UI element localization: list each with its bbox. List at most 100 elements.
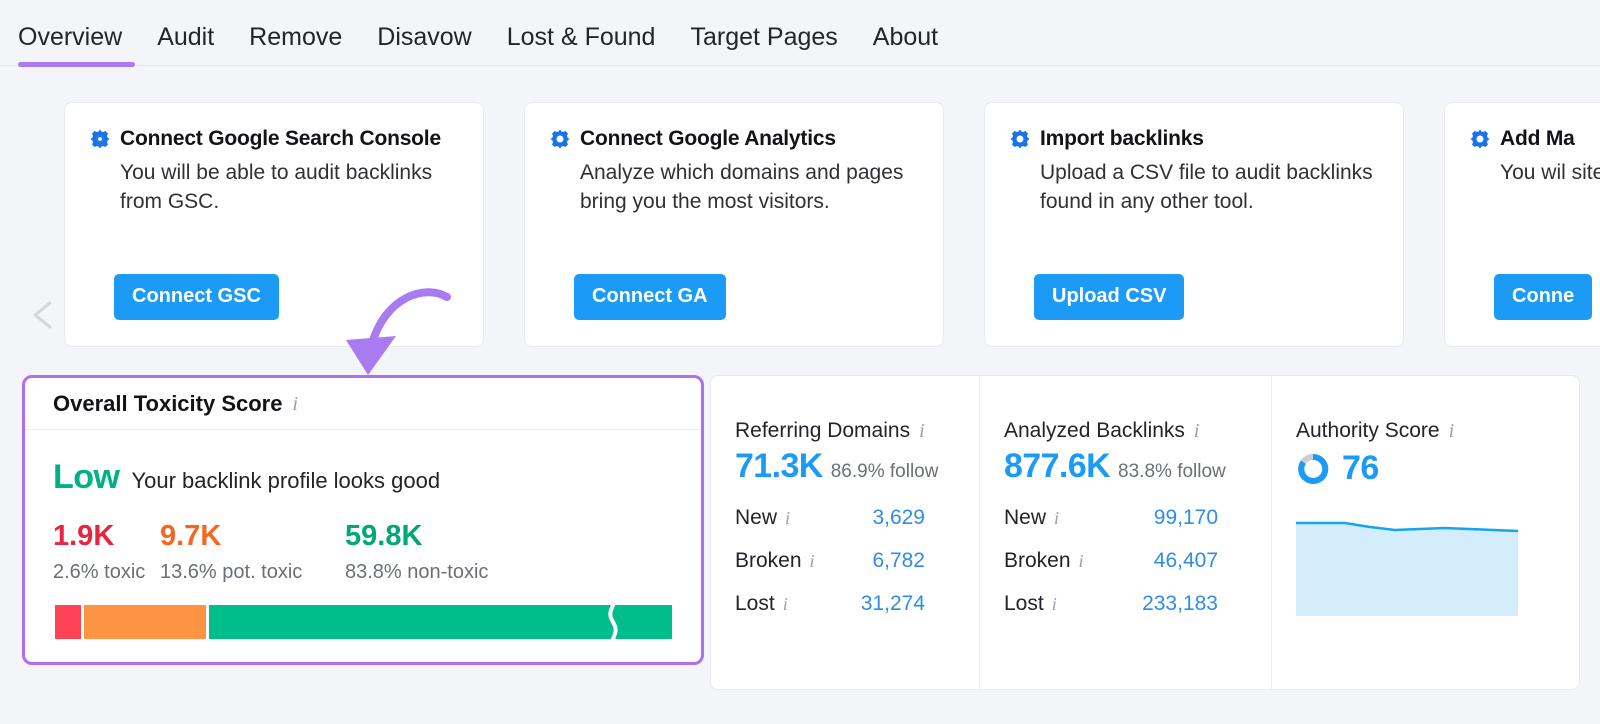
- info-icon[interactable]: i: [1449, 421, 1455, 441]
- tab-about[interactable]: About: [873, 22, 955, 52]
- card-add-manually[interactable]: Add Ma You wil site ow Conne: [1444, 102, 1600, 347]
- new-label: New: [735, 505, 778, 529]
- info-icon[interactable]: i: [292, 394, 298, 414]
- card-connect-google-analytics[interactable]: Connect Google Analytics Analyze which d…: [524, 102, 944, 347]
- referring-domains-label: Referring Domains: [735, 419, 911, 442]
- tab-list: Overview Audit Remove Disavow Lost & Fou…: [18, 22, 973, 52]
- tab-overview[interactable]: Overview: [18, 22, 139, 52]
- tab-audit[interactable]: Audit: [157, 22, 231, 52]
- broken-value[interactable]: 46,407: [1154, 549, 1218, 573]
- card-header: Import backlinks: [1009, 127, 1377, 151]
- info-icon[interactable]: i: [810, 552, 815, 570]
- toxic-count: 1.9K: [53, 520, 115, 552]
- gear-icon: [550, 129, 570, 149]
- toxic-label: 2.6% toxic: [53, 561, 146, 583]
- toxicity-verdict-text: Your backlink profile looks good: [131, 468, 441, 493]
- analyzed-backlinks-new-row: New i 99,170: [1004, 496, 1218, 539]
- carousel-prev-button[interactable]: [26, 295, 60, 335]
- tab-disavow[interactable]: Disavow: [377, 22, 488, 52]
- card-title: Connect Google Analytics: [580, 127, 836, 150]
- toxicity-panel-title: Overall Toxicity Score: [53, 390, 283, 416]
- analyzed-backlinks-broken-row: Broken i 46,407: [1004, 539, 1218, 582]
- card-connect-google-search-console[interactable]: Connect Google Search Console You will b…: [64, 102, 484, 347]
- analyzed-backlinks-value-row: 877.6K 83.8% follow: [1004, 447, 1271, 486]
- analyzed-backlinks-breakdown: New i 99,170 Broken i 46,407 Lost i 233,…: [1004, 496, 1271, 625]
- lost-value[interactable]: 31,274: [861, 592, 925, 616]
- analyzed-backlinks-follow: 83.8% follow: [1118, 461, 1226, 482]
- gear-icon: [1470, 129, 1490, 149]
- referring-domains-lost-row: Lost i 31,274: [735, 582, 925, 625]
- chevron-left-icon: [33, 301, 52, 329]
- row-label-wrap: Lost i: [1004, 592, 1057, 616]
- backlink-audit-overview-page: Overview Audit Remove Disavow Lost & Fou…: [0, 0, 1600, 724]
- connect-button[interactable]: Conne: [1494, 274, 1593, 320]
- row-label-wrap: Broken i: [1004, 549, 1084, 573]
- analyzed-backlinks-lost-row: Lost i 233,183: [1004, 582, 1218, 625]
- lost-label: Lost: [735, 591, 775, 615]
- metrics-panel: Referring Domains i 71.3K 86.9% follow N…: [710, 375, 1580, 690]
- authority-score-title: Authority Score i: [1296, 419, 1579, 443]
- toxicity-distribution-bar: [55, 605, 692, 639]
- bar-segment-non-toxic: [209, 605, 672, 639]
- overall-toxicity-score-panel: Overall Toxicity Score i Low Your backli…: [22, 375, 704, 665]
- card-description: Upload a CSV file to audit backlinks fou…: [1040, 161, 1373, 213]
- onboarding-card-carousel: Connect Google Search Console You will b…: [0, 90, 1600, 355]
- authority-score-value: 76: [1342, 449, 1379, 487]
- new-value[interactable]: 3,629: [872, 506, 925, 530]
- upload-csv-button[interactable]: Upload CSV: [1034, 274, 1185, 320]
- metric-authority-score: Authority Score i 76: [1271, 376, 1579, 689]
- metric-analyzed-backlinks: Analyzed Backlinks i 877.6K 83.8% follow…: [979, 376, 1271, 689]
- broken-label: Broken: [735, 548, 802, 572]
- connect-ga-button[interactable]: Connect GA: [574, 274, 726, 320]
- card-description: You will be able to audit backlinks from…: [120, 161, 433, 213]
- lost-label: Lost: [1004, 591, 1044, 615]
- row-label-wrap: New i: [735, 506, 790, 530]
- broken-value[interactable]: 6,782: [872, 549, 925, 573]
- referring-domains-new-row: New i 3,629: [735, 496, 925, 539]
- non-toxic-label: 83.8% non-toxic: [345, 561, 489, 583]
- info-icon[interactable]: i: [783, 595, 788, 613]
- referring-domains-value-row: 71.3K 86.9% follow: [735, 447, 979, 486]
- gear-icon: [1010, 129, 1030, 149]
- card-header: Add Ma: [1469, 127, 1600, 151]
- card-description: Analyze which domains and pages bring yo…: [580, 161, 904, 213]
- card-track: Connect Google Search Console You will b…: [64, 102, 1600, 347]
- analyzed-backlinks-label: Analyzed Backlinks: [1004, 419, 1185, 442]
- info-icon[interactable]: i: [1079, 552, 1084, 570]
- tab-lost-and-found[interactable]: Lost & Found: [507, 22, 673, 52]
- card-title: Import backlinks: [1040, 127, 1204, 150]
- row-label-wrap: Broken i: [735, 549, 815, 573]
- card-header: Connect Google Analytics: [549, 127, 917, 151]
- donut-progress-icon: [1298, 453, 1329, 484]
- broken-label: Broken: [1004, 548, 1071, 572]
- card-title: Add Ma: [1500, 127, 1575, 150]
- analyzed-backlinks-value[interactable]: 877.6K: [1004, 447, 1111, 486]
- analyzed-backlinks-title: Analyzed Backlinks i: [1004, 419, 1271, 443]
- connect-gsc-button[interactable]: Connect GSC: [114, 274, 279, 320]
- lost-value[interactable]: 233,183: [1142, 592, 1218, 616]
- info-icon[interactable]: i: [1054, 509, 1059, 527]
- bar-segment-toxic: [55, 605, 81, 639]
- referring-domains-broken-row: Broken i 6,782: [735, 539, 925, 582]
- referring-domains-value[interactable]: 71.3K: [735, 447, 823, 486]
- new-label: New: [1004, 505, 1047, 529]
- toxicity-panel-body: Low Your backlink profile looks good 1.9…: [25, 430, 701, 584]
- tab-target-pages[interactable]: Target Pages: [690, 22, 854, 52]
- info-icon[interactable]: i: [919, 421, 925, 441]
- info-icon[interactable]: i: [785, 509, 790, 527]
- authority-score-label: Authority Score: [1296, 419, 1440, 442]
- potentially-toxic-label: 13.6% pot. toxic: [160, 561, 303, 583]
- potentially-toxic-count: 9.7K: [160, 520, 222, 552]
- authority-score-sparkline: [1296, 521, 1518, 616]
- card-import-backlinks[interactable]: Import backlinks Upload a CSV file to au…: [984, 102, 1404, 347]
- card-header: Connect Google Search Console: [89, 127, 457, 151]
- non-toxic-count: 59.8K: [345, 520, 423, 552]
- tab-remove[interactable]: Remove: [249, 22, 359, 52]
- metric-referring-domains: Referring Domains i 71.3K 86.9% follow N…: [711, 376, 979, 689]
- info-icon[interactable]: i: [1052, 595, 1057, 613]
- new-value[interactable]: 99,170: [1154, 506, 1218, 530]
- gear-icon: [90, 129, 110, 149]
- active-tab-indicator: [18, 62, 135, 67]
- referring-domains-breakdown: New i 3,629 Broken i 6,782 Lost i 31,274: [735, 496, 979, 625]
- info-icon[interactable]: i: [1194, 421, 1200, 441]
